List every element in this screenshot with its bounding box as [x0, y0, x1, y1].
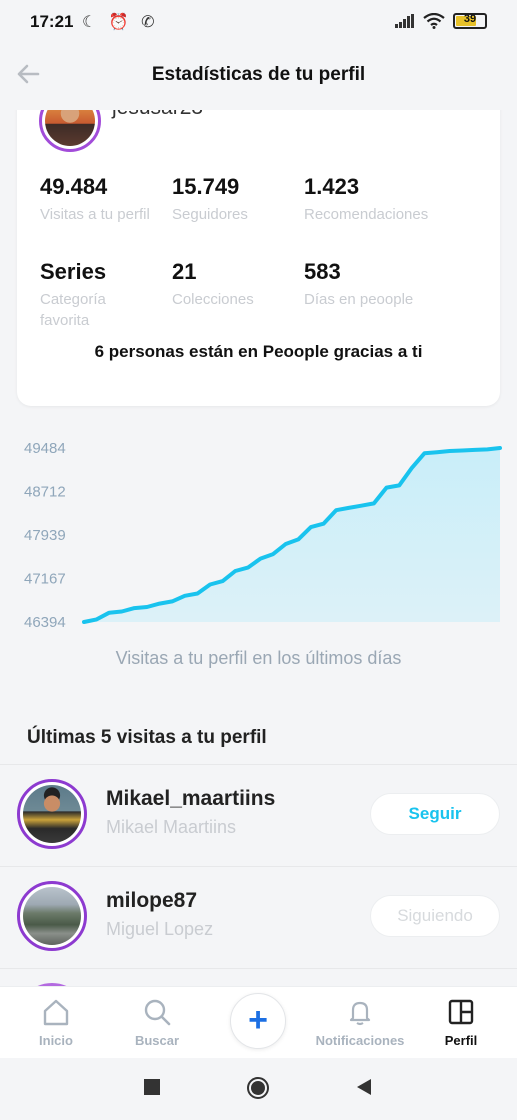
chart-area-fill: [84, 448, 500, 622]
stat-value: 15.749: [172, 174, 240, 199]
profile-grid-icon: [448, 999, 474, 1025]
referral-text: 6 personas están en Peoople gracias a ti: [94, 342, 423, 361]
stat-label: Colecciones: [172, 291, 254, 308]
bottom-nav: Inicio Buscar + Notificaciones Perfil: [0, 986, 517, 1058]
visits-chart: 49484 48712 47939 47167 46394: [24, 440, 502, 631]
plus-icon: +: [248, 1001, 268, 1039]
battery-icon: 39: [453, 13, 487, 29]
home-icon: [43, 999, 69, 1026]
back-system-button[interactable]: [355, 1078, 373, 1101]
recents-button[interactable]: [143, 1078, 161, 1101]
stat-favorite-category: Series Categoría favorita: [40, 259, 150, 331]
nav-label: Perfil: [444, 1033, 478, 1048]
status-notification-icons: ☾ ⏰ ✆: [82, 12, 159, 32]
stat-days: 583 Días en peoople: [304, 259, 494, 310]
profile-stats-card: jesusar23 49.484 Visitas a tu perfil 15.…: [17, 110, 500, 406]
stat-value: 1.423: [304, 174, 360, 199]
stat-value: 49.484: [40, 174, 108, 199]
moon-icon: ☾: [82, 14, 101, 31]
y-tick-label: 48712: [24, 483, 66, 500]
stat-value: 583: [304, 259, 341, 284]
profile-username: jesusar23: [112, 110, 203, 120]
stat-recommendations: 1.423 Recomendaciones: [304, 174, 494, 225]
visitor-username[interactable]: Mikael_maartiins: [106, 787, 275, 811]
stat-label: Visitas a tu perfil: [40, 206, 150, 223]
follow-button[interactable]: Seguir: [370, 793, 500, 835]
square-icon: [144, 1079, 160, 1095]
stat-value: Series: [40, 259, 107, 284]
status-time: 17:21: [30, 12, 74, 31]
app-header: Estadísticas de tu perfil: [0, 44, 517, 110]
stat-collections: 21 Colecciones: [172, 259, 292, 310]
circle-icon: [247, 1077, 269, 1099]
following-button[interactable]: Siguiendo: [370, 895, 500, 937]
visitor-avatar[interactable]: [17, 881, 87, 951]
home-system-button[interactable]: [246, 1076, 270, 1105]
page-title: Estadísticas de tu perfil: [151, 64, 366, 85]
alarm-icon: ⏰: [108, 14, 133, 31]
stat-label: Seguidores: [172, 206, 248, 223]
y-tick-label: 47167: [24, 570, 66, 587]
nav-label: Inicio: [39, 1033, 73, 1048]
stat-label: Categoría favorita: [40, 291, 106, 329]
battery-level: 39: [463, 13, 477, 25]
visitor-fullname: Mikael Maartiins: [106, 817, 237, 837]
chart-caption: Visitas a tu perfil en los últimos días: [115, 648, 402, 668]
visit-row[interactable]: milope87 Miguel Lopez Siguiendo: [0, 866, 517, 968]
wifi-icon: [423, 13, 445, 29]
visitor-avatar[interactable]: [17, 779, 87, 849]
system-nav-bar: [0, 1058, 517, 1120]
visitor-fullname: Miguel Lopez: [106, 919, 214, 939]
visit-row[interactable]: [0, 968, 517, 986]
y-tick-label: 49484: [24, 440, 66, 457]
nav-label: Notificaciones: [315, 1033, 405, 1048]
recent-visits-title: Últimas 5 visitas a tu perfil: [27, 727, 267, 748]
bell-icon: [349, 1001, 371, 1026]
visit-row[interactable]: Mikael_maartiins Mikael Maartiins Seguir: [0, 764, 517, 866]
whatsapp-icon: ✆: [141, 14, 159, 31]
nav-profile[interactable]: Perfil: [411, 995, 511, 1048]
nav-search[interactable]: Buscar: [107, 995, 207, 1048]
signal-icon: [395, 14, 414, 28]
y-tick-label: 46394: [24, 614, 66, 631]
nav-notifications[interactable]: Notificaciones: [310, 995, 410, 1048]
y-tick-label: 47939: [24, 527, 66, 544]
stat-label: Recomendaciones: [304, 206, 429, 223]
status-bar: 17:21 ☾ ⏰ ✆ 39: [0, 0, 517, 44]
nav-label: Buscar: [134, 1033, 180, 1048]
status-right: 39: [395, 13, 487, 29]
add-button[interactable]: +: [230, 993, 286, 1049]
stat-value: 21: [172, 259, 197, 284]
search-icon: [144, 999, 171, 1026]
stat-followers: 15.749 Seguidores: [172, 174, 292, 225]
avatar-image: [45, 110, 95, 146]
visitor-username[interactable]: milope87: [106, 889, 197, 913]
visitor-avatar-image: [23, 887, 81, 945]
visitor-avatar-image: [23, 785, 81, 843]
nav-home[interactable]: Inicio: [6, 995, 106, 1048]
stats-content[interactable]: jesusar23 49.484 Visitas a tu perfil 15.…: [0, 110, 517, 986]
stat-visits: 49.484 Visitas a tu perfil: [40, 174, 150, 225]
stat-label: Días en peoople: [304, 291, 414, 308]
triangle-left-icon: [357, 1079, 371, 1095]
avatar[interactable]: [39, 110, 101, 152]
